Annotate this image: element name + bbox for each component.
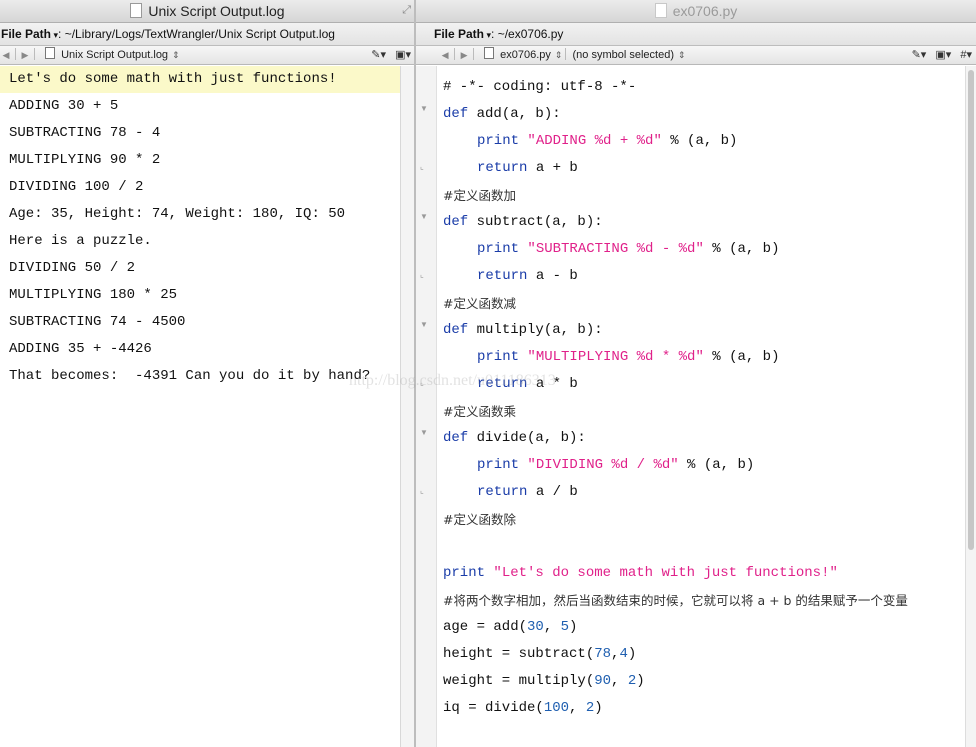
left-title-bar[interactable]: Unix Script Output.log ⤢	[0, 0, 415, 23]
code-line: def divide(a, b):	[443, 430, 586, 446]
back-icon[interactable]: ◀	[439, 46, 451, 64]
editor-window: ex0706.py File Path ▾: ~/ex0706.py ◀ ▶ ex…	[416, 0, 976, 747]
updown-arrows-icon[interactable]: ⇕	[555, 50, 563, 60]
symbol-selector[interactable]: (no symbol selected)	[573, 49, 675, 61]
chevron-down-icon: ▾	[484, 30, 492, 40]
code-line: return a + b	[477, 160, 578, 176]
document-icon	[130, 3, 143, 18]
pencil-icon[interactable]: ✎▾	[912, 49, 927, 61]
hash-menu-icon[interactable]: #▾	[960, 49, 972, 61]
output-line: MULTIPLYING 180 * 25	[9, 287, 178, 303]
output-text-area[interactable]: Let's do some math with just functions! A…	[0, 66, 401, 747]
file-path-label[interactable]: File Path	[434, 27, 484, 41]
fold-arrow-icon[interactable]: ▼	[420, 428, 428, 437]
code-line: # -*- coding: utf-8 -*-	[443, 74, 962, 101]
output-line: That becomes: -4391 Can you do it by han…	[9, 368, 371, 384]
fold-end-icon: ⌞	[420, 162, 424, 171]
fold-arrow-icon[interactable]: ▼	[420, 104, 428, 113]
output-log-window: Unix Script Output.log ⤢ File Path ▾: ~/…	[0, 0, 415, 747]
code-line: #定义函数减	[443, 296, 516, 311]
back-icon[interactable]: ◀	[0, 46, 12, 64]
pencil-icon[interactable]: ✎▾	[371, 49, 386, 61]
fold-end-icon: ⌞	[420, 486, 424, 495]
left-navigation-bar: ◀ ▶ Unix Script Output.log ⇕ ✎▾ ▣▾	[0, 46, 415, 65]
file-path-value: : ~/Library/Logs/TextWrangler/Unix Scrip…	[58, 27, 335, 41]
right-file-path-bar[interactable]: File Path ▾: ~/ex0706.py	[416, 23, 976, 46]
code-line: #定义函数加	[443, 188, 516, 203]
code-line: iq = divide(100, 2)	[443, 700, 603, 716]
left-file-path-bar[interactable]: File Path ▾: ~/Library/Logs/TextWrangler…	[0, 23, 415, 46]
code-line: def multiply(a, b):	[443, 322, 603, 338]
encoding-comment: # -*- coding: utf-8 -*-	[443, 79, 637, 95]
output-line: ADDING 30 + 5	[9, 98, 119, 114]
document-selector[interactable]: ex0706.py	[500, 49, 551, 61]
code-line: #将两个数字相加，然后当函数结束的时候，它就可以将 a + b 的结果赋予一个变…	[443, 593, 908, 608]
file-path-label[interactable]: File Path	[1, 27, 51, 41]
code-line: weight = multiply(90, 2)	[443, 673, 645, 689]
fullscreen-icon[interactable]: ⤢	[402, 4, 411, 17]
code-line: return a * b	[477, 376, 578, 392]
output-line: Here is a puzzle.	[9, 233, 152, 249]
document-icon	[484, 47, 495, 59]
right-window-title: ex0706.py	[672, 3, 738, 19]
updown-arrows-icon[interactable]: ⇕	[172, 50, 180, 60]
output-line: SUBTRACTING 74 - 4500	[9, 314, 186, 330]
document-selector[interactable]: Unix Script Output.log	[61, 49, 168, 61]
document-icon	[45, 47, 56, 59]
fold-end-icon: ⌞	[420, 378, 424, 387]
fold-end-icon: ⌞	[420, 270, 424, 279]
left-window-title: Unix Script Output.log	[148, 3, 285, 19]
document-menu-icon[interactable]: ▣▾	[395, 49, 411, 61]
fold-arrow-icon[interactable]: ▼	[420, 320, 428, 329]
code-line: #定义函数除	[443, 512, 516, 527]
output-line: MULTIPLYING 90 * 2	[9, 152, 161, 168]
output-line: Let's do some math with just functions!	[0, 66, 401, 93]
output-line: SUBTRACTING 78 - 4	[9, 125, 161, 141]
code-line: print "Let's do some math with just func…	[443, 565, 838, 581]
forward-icon[interactable]: ▶	[458, 46, 470, 64]
chevron-down-icon: ▾	[51, 30, 59, 40]
left-scrollbar[interactable]	[400, 66, 415, 747]
output-line: Age: 35, Height: 74, Weight: 180, IQ: 50	[9, 206, 346, 222]
right-scrollbar[interactable]	[965, 66, 976, 747]
code-line: height = subtract(78,4)	[443, 646, 637, 662]
code-line: age = add(30, 5)	[443, 619, 578, 635]
code-line: print "SUBTRACTING %d - %d" % (a, b)	[477, 241, 780, 257]
code-line: return a - b	[477, 268, 578, 284]
fold-arrow-icon[interactable]: ▼	[420, 212, 428, 221]
updown-arrows-icon[interactable]: ⇕	[678, 50, 686, 60]
right-navigation-bar: ◀ ▶ ex0706.py ⇕ (no symbol selected) ⇕ ✎▾ ▣…	[416, 46, 976, 65]
code-line: def add(a, b):	[443, 106, 561, 122]
code-editor[interactable]: # -*- coding: utf-8 -*- def add(a, b): p…	[443, 74, 962, 747]
code-line: return a / b	[477, 484, 578, 500]
code-line: print "MULTIPLYING %d * %d" % (a, b)	[477, 349, 780, 365]
file-path-value: : ~/ex0706.py	[491, 27, 564, 41]
code-line: print "ADDING %d + %d" % (a, b)	[477, 133, 738, 149]
document-menu-icon[interactable]: ▣▾	[935, 49, 951, 61]
python-file-icon	[654, 3, 667, 18]
code-line: #定义函数乘	[443, 404, 516, 419]
output-line: DIVIDING 50 / 2	[9, 260, 136, 276]
code-line: print "DIVIDING %d / %d" % (a, b)	[477, 457, 755, 473]
code-line: def subtract(a, b):	[443, 214, 603, 230]
scrollbar-thumb[interactable]	[968, 70, 974, 550]
output-line: ADDING 35 + -4426	[9, 341, 152, 357]
line-gutter[interactable]: ▼ ⌞ ▼ ⌞ ▼ ⌞ ▼ ⌞	[416, 66, 437, 747]
output-line: DIVIDING 100 / 2	[9, 179, 144, 195]
right-title-bar[interactable]: ex0706.py	[416, 0, 976, 23]
forward-icon[interactable]: ▶	[19, 46, 31, 64]
